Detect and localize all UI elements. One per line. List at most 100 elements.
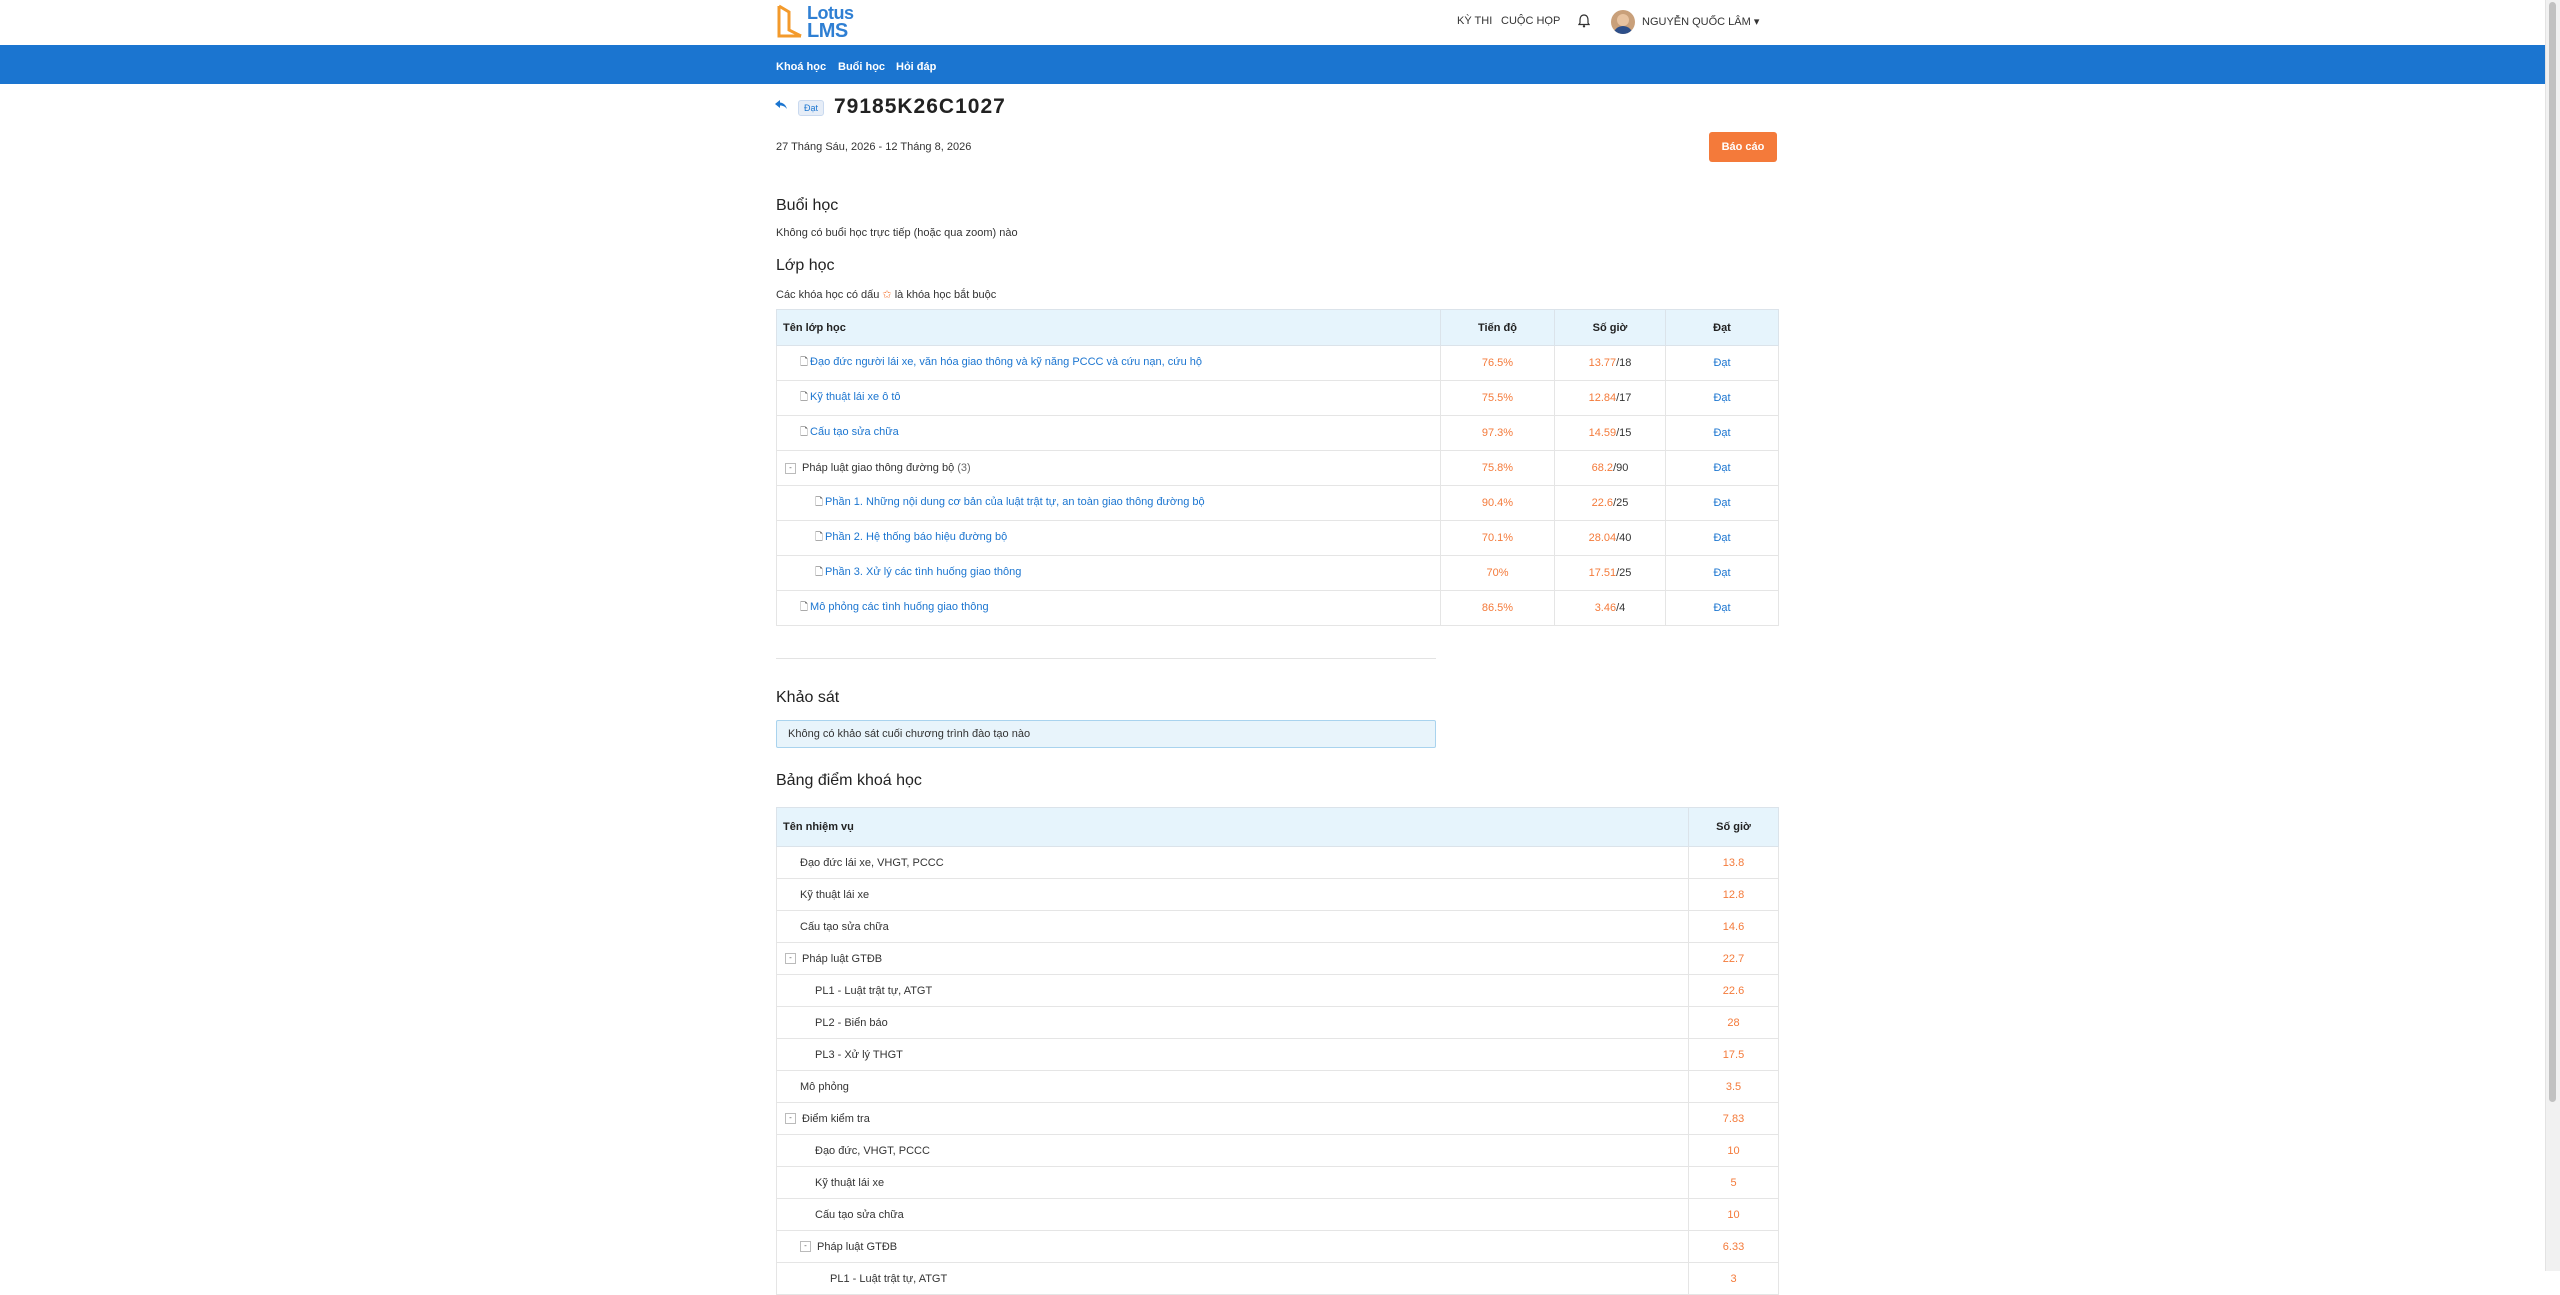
page-title: 79185K26C1027	[834, 95, 1006, 118]
class-group-name: Pháp luật giao thông đường bộ	[802, 462, 955, 474]
class-link[interactable]: Cấu tạo sửa chữa	[810, 426, 899, 438]
col-score-hours[interactable]: Số giờ	[1688, 807, 1779, 847]
scrollbar-thumb[interactable]	[2549, 2, 2556, 1102]
survey-empty-alert: Không có khảo sát cuối chương trình đào …	[776, 720, 1436, 748]
class-name-cell: 🗋 Phần 3. Xử lý các tình huống giao thông	[776, 555, 1441, 591]
passed-cell[interactable]: Đạt	[1665, 520, 1779, 556]
hours-cell: 68.2/90	[1554, 450, 1666, 486]
scores-table-header: Tên nhiệm vụ Số giờ	[776, 807, 1779, 847]
progress-cell: 75.5%	[1440, 380, 1555, 416]
user-menu[interactable]: NGUYỄN QUỐC LÂM ▾	[1642, 15, 1759, 28]
class-link[interactable]: Phần 3. Xử lý các tình huống giao thông	[825, 566, 1021, 578]
survey-empty-note: Không có khảo sát cuối chương trình đào …	[788, 728, 1031, 740]
class-name-cell: - Pháp luật giao thông đường bộ (3)	[776, 450, 1441, 486]
collapse-toggle-icon[interactable]: -	[785, 462, 796, 474]
top-header: Lotus LMS KỲ THI CUỘC HỌP NGUYỄN QUỐC LÂ…	[0, 0, 2545, 45]
task-name-cell: Kỹ thuật lái xe	[776, 878, 1689, 911]
task-name: Cấu tạo sửa chữa	[815, 1208, 904, 1221]
chevron-down-icon: ▾	[1753, 16, 1760, 28]
hours-done: 14.59	[1588, 427, 1617, 439]
required-note-after: là khóa học bắt buộc	[894, 289, 997, 301]
survey-heading: Khảo sát	[776, 689, 840, 706]
required-note-before: Các khóa học có dấu	[776, 289, 880, 301]
passed-cell[interactable]: Đạt	[1665, 450, 1779, 486]
section-divider	[776, 658, 1436, 659]
lotus-lms-logo[interactable]: Lotus LMS	[775, 2, 875, 42]
task-value-cell: 5	[1688, 1166, 1779, 1199]
nav-item-sessions[interactable]: Buổi học	[838, 61, 885, 73]
document-icon: 🗋	[815, 566, 824, 578]
table-row: PL3 - Xử lý THGT 17.5	[776, 1038, 1779, 1071]
hours-cell: 17.51/25	[1554, 555, 1666, 591]
collapse-toggle-icon[interactable]: -	[785, 953, 796, 965]
collapse-toggle-icon[interactable]: -	[785, 1113, 796, 1125]
passed-cell[interactable]: Đạt	[1665, 485, 1779, 521]
class-link[interactable]: Mô phỏng các tình huống giao thông	[810, 601, 989, 613]
table-row: PL1 - Luật trật tự, ATGT 22.6	[776, 974, 1779, 1007]
table-row: 🗋 Đạo đức người lái xe, văn hóa giao thôn…	[776, 345, 1779, 381]
table-row: 🗋 Kỹ thuật lái xe ô tô 75.5% 12.84/17 Đạt	[776, 380, 1779, 416]
task-name: Pháp luật GTĐB	[817, 1240, 898, 1253]
meetings-link[interactable]: CUỘC HỌP	[1501, 15, 1560, 27]
collapse-toggle-icon[interactable]: -	[800, 1241, 811, 1253]
task-name-cell: PL1 - Luật trật tự, ATGT	[776, 974, 1689, 1007]
exams-link[interactable]: KỲ THI	[1457, 15, 1492, 27]
hours-total: /25	[1613, 497, 1629, 509]
hours-cell: 28.04/40	[1554, 520, 1666, 556]
table-row: 🗋 Phần 3. Xử lý các tình huống giao thông…	[776, 555, 1779, 591]
class-link[interactable]: Kỹ thuật lái xe ô tô	[810, 391, 901, 403]
hours-total: /4	[1616, 602, 1626, 614]
passed-cell[interactable]: Đạt	[1665, 555, 1779, 591]
status-badge: Đạt	[798, 100, 825, 116]
hours-cell: 22.6/25	[1554, 485, 1666, 521]
task-value-cell: 3	[1688, 1262, 1779, 1295]
col-class-name[interactable]: Tên lớp học	[776, 309, 1441, 346]
task-value-cell: 17.5	[1688, 1038, 1779, 1071]
hours-cell: 14.59/15	[1554, 415, 1666, 451]
hours-cell: 12.84/17	[1554, 380, 1666, 416]
passed-cell[interactable]: Đạt	[1665, 590, 1779, 626]
table-row: Đạo đức, VHGT, PCCC 10	[776, 1134, 1779, 1167]
table-row: Cấu tạo sửa chữa 10	[776, 1198, 1779, 1231]
report-button[interactable]: Báo cáo	[1709, 132, 1777, 162]
task-value-cell: 14.6	[1688, 910, 1779, 943]
classes-table: Tên lớp học Tiến độ Số giờ Đạt 🗋 Đạo đức …	[776, 309, 1779, 626]
task-value-cell: 10	[1688, 1198, 1779, 1231]
col-task-name[interactable]: Tên nhiệm vụ	[776, 807, 1689, 847]
class-link[interactable]: Đạo đức người lái xe, văn hóa giao thông…	[810, 356, 1202, 368]
hours-done: 22.6	[1591, 497, 1614, 509]
progress-cell: 90.4%	[1440, 485, 1555, 521]
passed-cell[interactable]: Đạt	[1665, 345, 1779, 381]
progress-cell: 70%	[1440, 555, 1555, 591]
class-link[interactable]: Phần 2. Hệ thống báo hiệu đường bộ	[825, 531, 1007, 543]
back-arrow-icon[interactable]	[774, 98, 788, 114]
hours-total: /17	[1616, 392, 1632, 404]
hours-total: /18	[1616, 357, 1632, 369]
avatar[interactable]	[1611, 10, 1635, 34]
task-name: Pháp luật GTĐB	[802, 952, 883, 965]
class-name-cell: 🗋 Cấu tạo sửa chữa	[776, 415, 1441, 451]
document-icon: 🗋	[800, 426, 809, 438]
hours-done: 28.04	[1588, 532, 1617, 544]
nav-item-courses[interactable]: Khoá học	[776, 61, 826, 73]
task-name: PL1 - Luật trật tự, ATGT	[830, 1272, 948, 1285]
col-progress[interactable]: Tiến độ	[1440, 309, 1555, 346]
passed-cell[interactable]: Đạt	[1665, 380, 1779, 416]
table-row: Kỹ thuật lái xe 12.8	[776, 878, 1779, 911]
class-group-count: (3)	[957, 462, 971, 474]
passed-cell[interactable]: Đạt	[1665, 415, 1779, 451]
class-link[interactable]: Phần 1. Những nội dung cơ bản của luật t…	[825, 496, 1205, 508]
col-passed[interactable]: Đạt	[1665, 309, 1779, 346]
progress-cell: 70.1%	[1440, 520, 1555, 556]
bell-icon[interactable]	[1577, 14, 1591, 31]
hours-total: /90	[1613, 462, 1629, 474]
table-row: PL1 - Luật trật tự, ATGT 3	[776, 1262, 1779, 1295]
table-row: - Điểm kiểm tra 7.83	[776, 1102, 1779, 1135]
document-icon: 🗋	[800, 356, 809, 368]
document-icon: 🗋	[815, 531, 824, 543]
scores-table: Tên nhiệm vụ Số giờ Đạo đức lái xe, VHGT…	[776, 807, 1779, 1295]
nav-item-qa[interactable]: Hỏi đáp	[896, 61, 936, 73]
task-value-cell: 12.8	[1688, 878, 1779, 911]
task-value-cell: 6.33	[1688, 1230, 1779, 1263]
col-hours[interactable]: Số giờ	[1554, 309, 1666, 346]
